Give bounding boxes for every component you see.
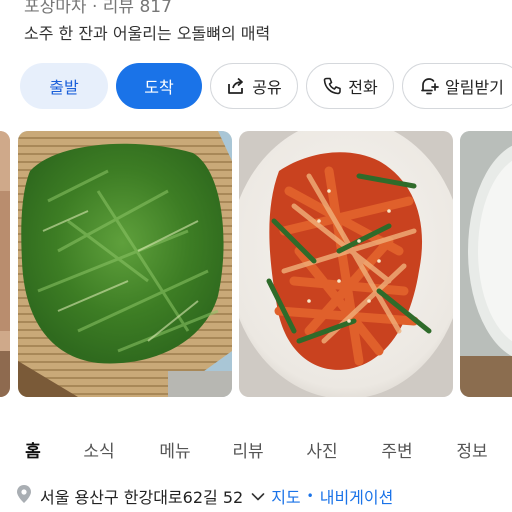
call-button[interactable]: 전화 <box>306 63 394 109</box>
place-tabs: 홈 소식 메뉴 리뷰 사진 주변 정보 <box>0 437 512 467</box>
tab-nearby[interactable]: 주변 <box>381 437 412 462</box>
spicy-squid-dish-photo[interactable] <box>239 131 453 397</box>
location-pin-icon <box>16 484 32 508</box>
depart-label: 출발 <box>49 78 79 97</box>
phone-icon <box>322 76 342 96</box>
photo-carousel[interactable] <box>0 131 512 397</box>
chevron-down-icon[interactable] <box>251 487 265 506</box>
share-button[interactable]: 공유 <box>210 63 298 109</box>
address-text: 서울 용산구 한강대로62길 52 <box>40 488 244 507</box>
tab-menu[interactable]: 메뉴 <box>159 437 190 462</box>
alert-button[interactable]: 알림받기 <box>402 63 512 109</box>
green-onion-pancake-photo[interactable] <box>18 131 232 397</box>
tab-news[interactable]: 소식 <box>83 437 114 462</box>
action-buttons-row: 출발 도착 공유 전화 알림받기 <box>20 63 512 109</box>
place-description: 소주 한 잔과 어울리는 오돌뼈의 매력 <box>24 24 271 43</box>
depart-button[interactable]: 출발 <box>20 63 108 109</box>
map-link[interactable]: 지도 <box>271 484 300 508</box>
tab-info[interactable]: 정보 <box>456 437 487 462</box>
place-detail-page: 포장마차 · 리뷰 817 소주 한 잔과 어울리는 오돌뼈의 매력 출발 도착… <box>0 0 512 512</box>
navigation-link[interactable]: 내비게이션 <box>320 484 394 508</box>
bell-plus-icon <box>419 76 439 96</box>
partial-left-photo[interactable] <box>0 131 10 397</box>
address-row: 서울 용산구 한강대로62길 52 지도 • 내비게이션 <box>16 483 393 509</box>
arrive-button[interactable]: 도착 <box>116 63 202 109</box>
call-label: 전화 <box>348 78 378 97</box>
share-label: 공유 <box>252 78 282 97</box>
share-icon <box>226 76 246 96</box>
tab-home[interactable]: 홈 <box>25 437 41 462</box>
arrive-label: 도착 <box>144 78 174 97</box>
tab-photos[interactable]: 사진 <box>306 437 337 462</box>
alert-label: 알림받기 <box>445 78 504 97</box>
separator-dot: • <box>306 489 314 503</box>
tab-reviews[interactable]: 리뷰 <box>232 437 263 462</box>
place-category-review-count: 포장마차 · 리뷰 817 <box>24 0 172 17</box>
partial-right-photo[interactable] <box>460 131 512 397</box>
